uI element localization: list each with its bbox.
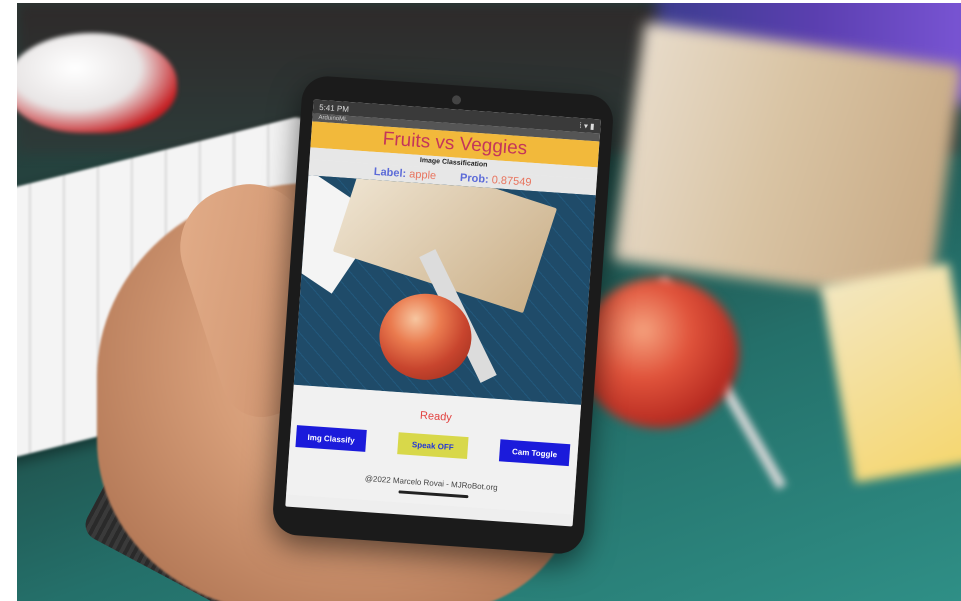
label-value: apple xyxy=(408,168,437,183)
photo: 5:41 PM ⁞ ▾ ▮ ArduinoML Fruits vs Veggie… xyxy=(17,3,961,601)
background-notebook xyxy=(611,21,961,305)
camera-preview xyxy=(293,175,596,405)
img-classify-button[interactable]: Img Classify xyxy=(295,425,367,452)
background-mouse xyxy=(17,33,177,133)
home-indicator[interactable] xyxy=(398,490,469,499)
speak-toggle-button[interactable]: Speak OFF xyxy=(397,432,469,460)
background-sticky-note xyxy=(820,263,961,483)
cam-toggle-button[interactable]: Cam Toggle xyxy=(498,439,571,467)
front-camera xyxy=(451,95,462,105)
smartphone: 5:41 PM ⁞ ▾ ▮ ArduinoML Fruits vs Veggie… xyxy=(271,74,615,556)
status-icons: ⁞ ▾ ▮ xyxy=(579,120,595,131)
status-time: 5:41 PM xyxy=(318,102,350,114)
background-apple xyxy=(579,278,739,428)
prob-caption: Prob: xyxy=(459,171,490,186)
phone-screen: 5:41 PM ⁞ ▾ ▮ ArduinoML Fruits vs Veggie… xyxy=(285,99,602,527)
prob-value: 0.87549 xyxy=(491,174,532,189)
label-caption: Label: xyxy=(373,165,407,181)
controls-panel: Ready Img Classify Speak OFF Cam Toggle … xyxy=(286,384,582,515)
